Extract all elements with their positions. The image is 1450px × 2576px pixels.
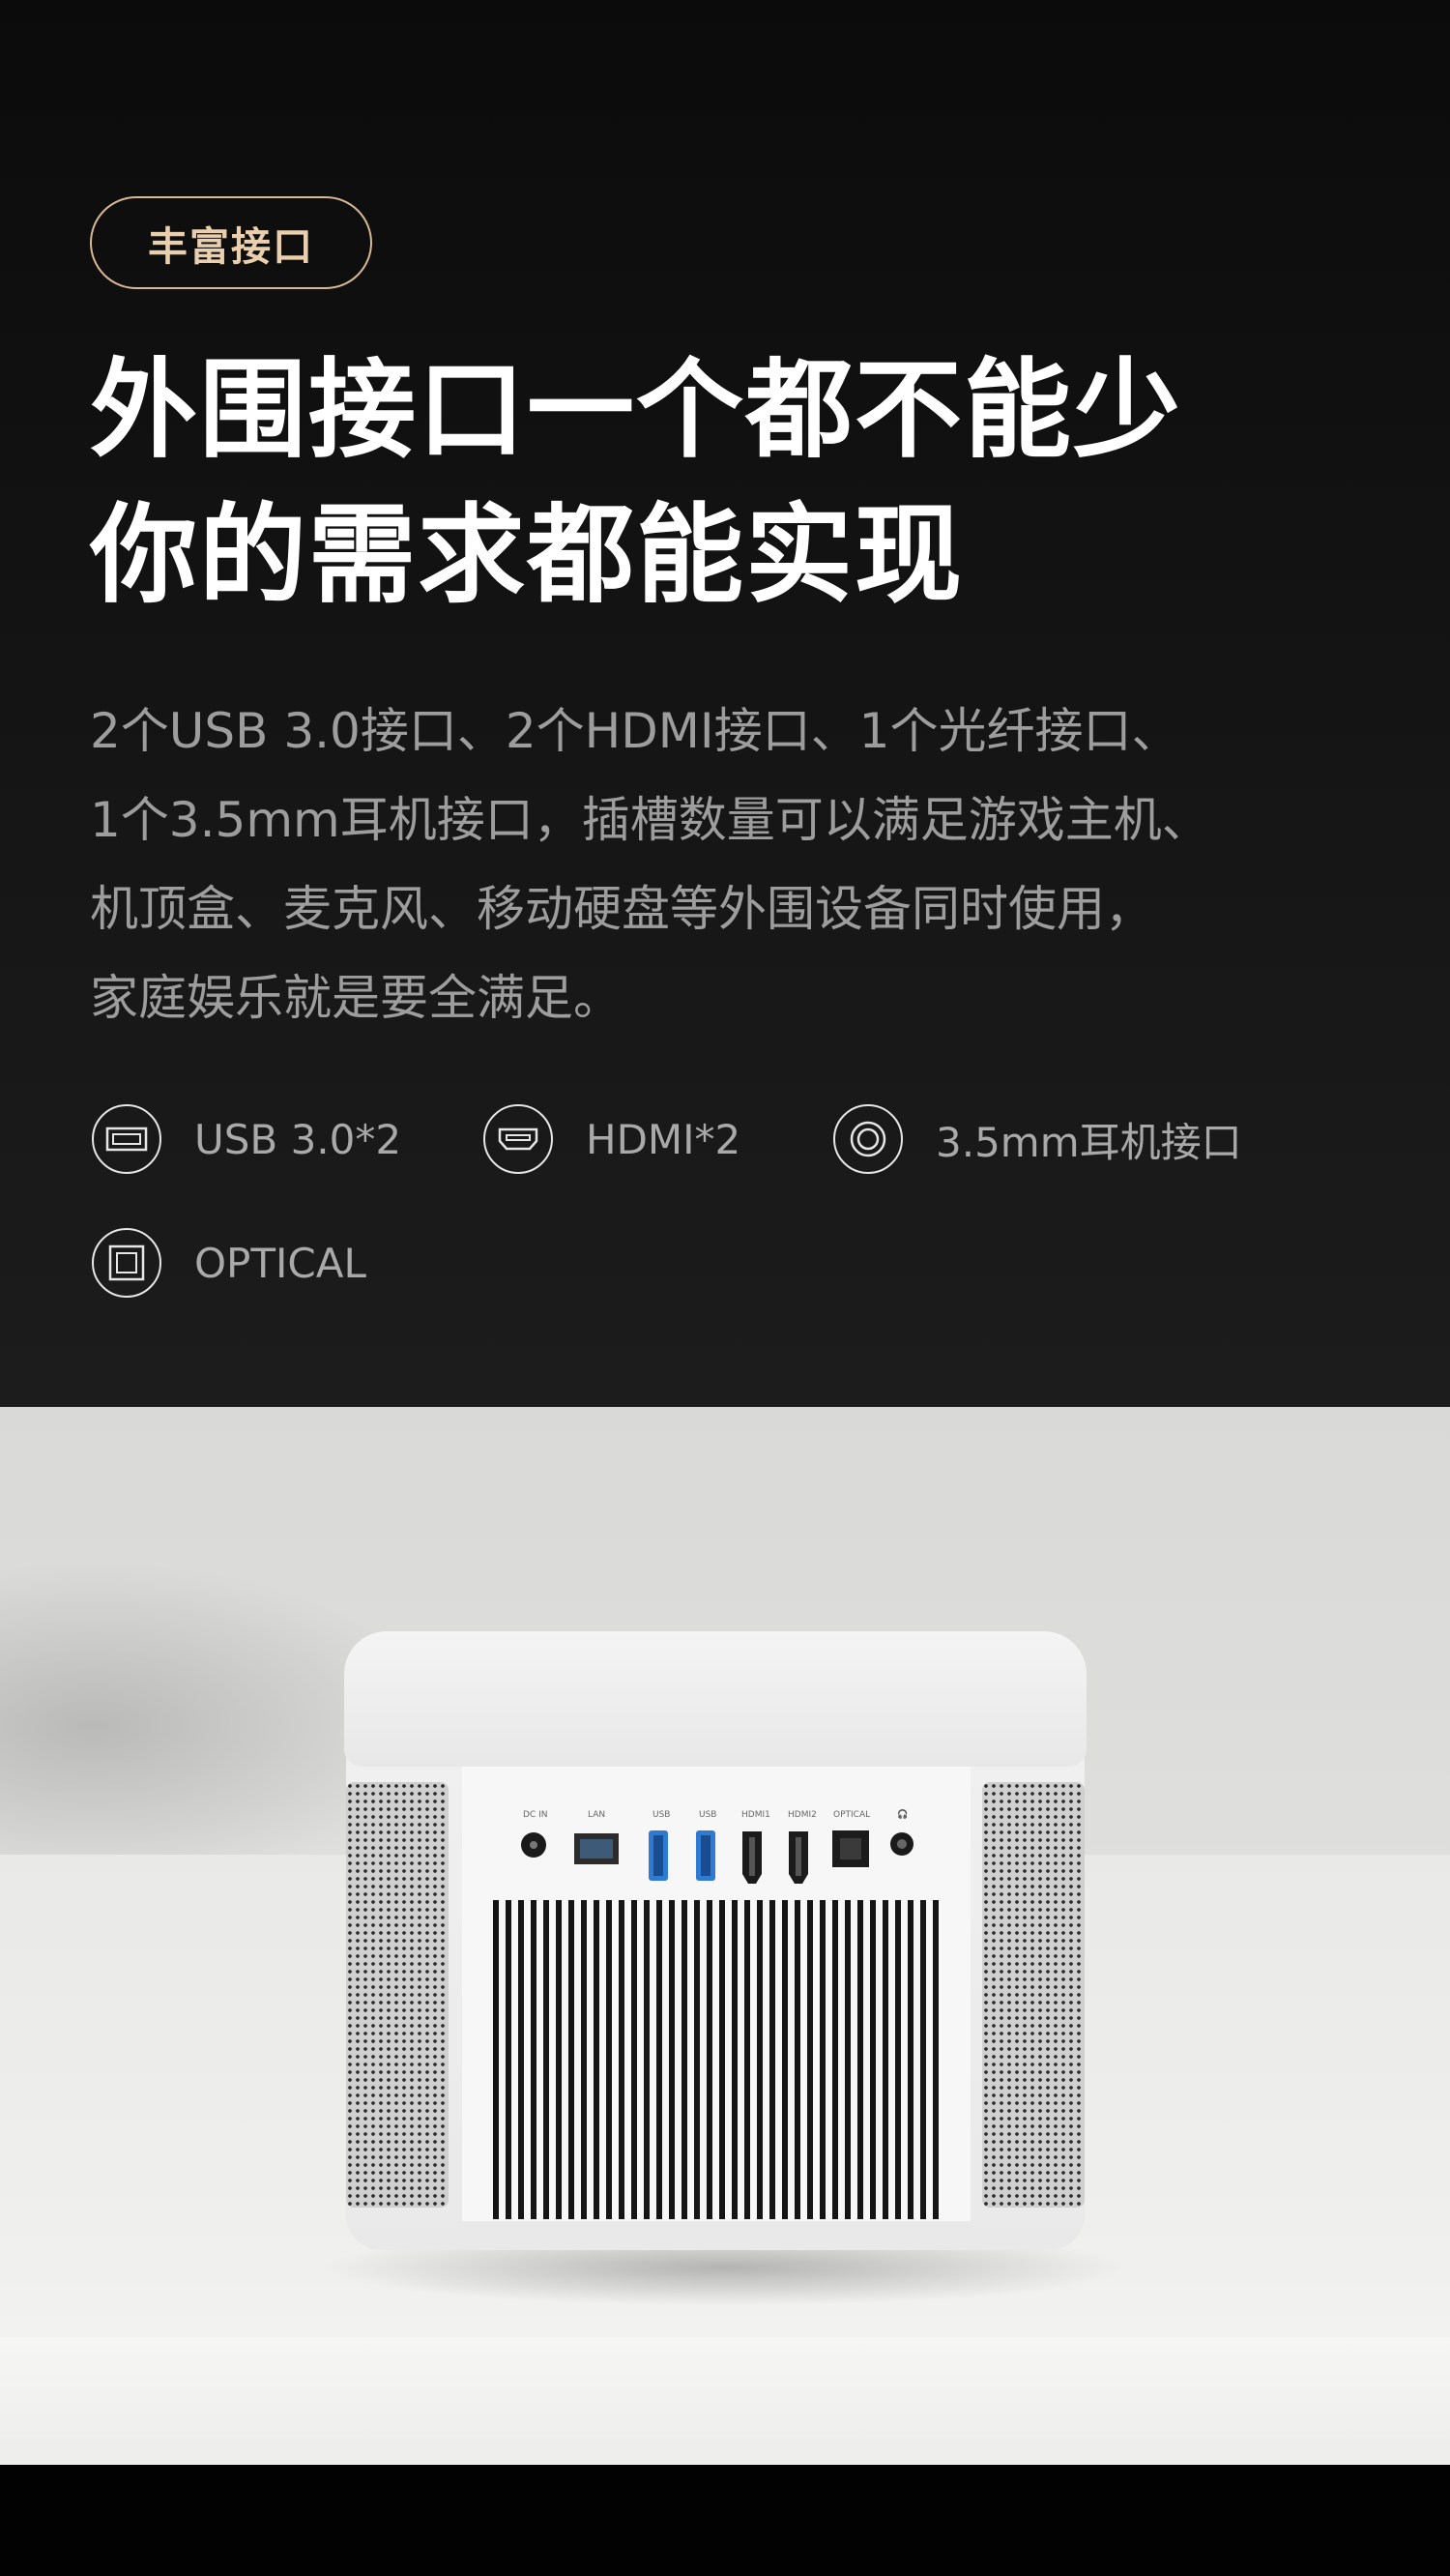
headline-line-2: 你的需求都能实现 — [90, 493, 965, 618]
description-line-3: 机顶盒、麦克风、移动硬盘等外围设备同时使用， — [90, 881, 1153, 937]
dc-in-port-icon — [521, 1832, 546, 1858]
port-label-dc-in: DC IN — [523, 1810, 548, 1820]
headphone-port-icon — [890, 1832, 914, 1856]
cooling-vents — [493, 1900, 940, 2219]
lan-port-icon — [574, 1833, 619, 1864]
description-line-1: 2个USB 3.0接口、2个HDMI接口、1个光纤接口、 — [90, 703, 1180, 759]
feature-hdmi-label: HDMI*2 — [586, 1115, 741, 1163]
feature-hdmi: HDMI*2 — [483, 1102, 740, 1176]
description-line-4: 家庭娱乐就是要全满足。 — [90, 970, 622, 1026]
feature-usb-label: USB 3.0*2 — [194, 1115, 402, 1163]
speaker-grille-right — [982, 1782, 1085, 2208]
hdmi-port-1-icon — [742, 1831, 762, 1884]
port-label-headphone: 🎧 — [897, 1810, 909, 1820]
interface-section: 丰富接口 外围接口一个都不能少 你的需求都能实现 2个USB 3.0接口、2个H… — [0, 0, 1450, 1407]
port-label-hdmi-1: HDMI1 — [741, 1810, 770, 1820]
optical-port-icon-photo — [832, 1830, 869, 1867]
hdmi-port-icon — [483, 1104, 553, 1174]
projector-lid — [344, 1631, 1087, 1767]
usb-port-2-icon — [696, 1830, 715, 1881]
feature-optical-label: OPTICAL — [194, 1239, 366, 1287]
headline: 外围接口一个都不能少 你的需求都能实现 — [90, 338, 1366, 629]
hdmi-port-2-icon — [789, 1831, 808, 1884]
usb-port-1-icon — [649, 1830, 668, 1881]
headline-line-1: 外围接口一个都不能少 — [90, 348, 1183, 473]
description: 2个USB 3.0接口、2个HDMI接口、1个光纤接口、 1个3.5mm耳机接口… — [90, 687, 1385, 1042]
port-label-hdmi-2: HDMI2 — [788, 1810, 817, 1820]
speaker-grille-left — [346, 1782, 449, 2208]
port-label-usb-2: USB — [699, 1810, 717, 1820]
description-line-2: 1个3.5mm耳机接口，插槽数量可以满足游戏主机、 — [90, 792, 1210, 848]
port-label-lan: LAN — [588, 1810, 606, 1820]
audio-jack-icon — [833, 1104, 903, 1174]
bottom-bar — [0, 2465, 1450, 2576]
feature-audio-jack-label: 3.5mm耳机接口 — [936, 1118, 1242, 1166]
feature-usb: USB 3.0*2 — [92, 1102, 401, 1176]
usb-port-icon — [92, 1104, 161, 1174]
feature-audio-jack: 3.5mm耳机接口 — [833, 1102, 1242, 1176]
feature-optical: OPTICAL — [92, 1226, 366, 1300]
port-label-optical: OPTICAL — [833, 1810, 871, 1820]
optical-port-icon — [92, 1228, 161, 1298]
projector-photo: DC IN LAN USB USB HDMI1 HDMI2 OPTICAL 🎧 — [0, 1407, 1450, 2465]
port-label-usb-1: USB — [652, 1810, 671, 1820]
section-badge: 丰富接口 — [90, 196, 372, 289]
